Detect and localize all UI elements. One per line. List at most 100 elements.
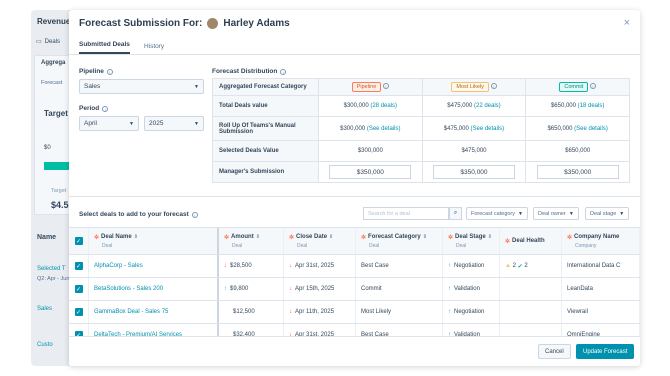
health-cell (500, 301, 562, 323)
table-row[interactable]: ✓ AlphaCorp - Sales ↓ $28,500 ↓ Apr 31st, … (69, 255, 640, 278)
sort-icon[interactable]: ⇕ (134, 234, 138, 240)
info-icon[interactable]: i (106, 68, 113, 75)
value-cell: $475,000 (See details) (421, 116, 527, 141)
info-icon[interactable]: i (490, 83, 497, 89)
year-select[interactable]: 2025 ▼ (144, 116, 204, 131)
modal-tabs: Submitted Deals History (69, 37, 640, 55)
bg-row-custo[interactable]: Custo (37, 342, 53, 348)
header-label: Close Date (296, 234, 328, 240)
sort-icon[interactable]: ⇕ (256, 234, 260, 240)
pipeline-label: Pipeline i (79, 68, 204, 75)
info-icon[interactable]: i (589, 83, 596, 89)
bg-target: Target (44, 109, 68, 118)
select-all-cell: ✓ (69, 228, 89, 254)
sort-icon[interactable]: ⇕ (488, 234, 492, 240)
header-close-date[interactable]: ✲ Close Date ⇕ Deal (284, 228, 356, 254)
sort-icon[interactable]: ⇕ (423, 234, 427, 240)
value: $300,000 (340, 125, 366, 132)
deal-name-link[interactable]: BetaSolutions - Sales 200 (89, 278, 219, 300)
submission-input-commit[interactable]: $350,000 (536, 165, 619, 179)
category-cell: Commit (356, 278, 443, 300)
header-company-name[interactable]: ✲ Company Name Company (562, 228, 640, 254)
most-likely-badge: Most Likely (451, 82, 489, 92)
info-icon[interactable]: i (102, 105, 109, 112)
value-cell: $300,000 (See details) (318, 116, 423, 141)
submission-input-pipeline[interactable]: $350,000 (329, 165, 412, 179)
value-cell: $300,000 (28 deals) (318, 95, 423, 117)
row-checkbox[interactable]: ✓ (74, 285, 83, 293)
update-forecast-button[interactable]: Update Forecast (576, 344, 635, 359)
hubspot-icon: ✲ (505, 238, 511, 245)
table-row[interactable]: ✓ GammaBox Deal - Sales 75 $12,500 ↓ Apr … (69, 301, 640, 324)
hubspot-icon: ✲ (567, 234, 573, 241)
see-details-link[interactable]: (See details) (367, 126, 401, 132)
amount-cell: $12,500 (219, 301, 284, 323)
col-most-likely: Most Likely i (421, 78, 527, 96)
value-cell: $650,000 (525, 140, 630, 162)
close-icon[interactable]: × (624, 17, 630, 29)
select-all-checkbox[interactable]: ✓ (74, 237, 83, 245)
deal-name-link[interactable]: AlphaCorp - Sales (89, 255, 219, 277)
see-details-link[interactable]: (See details) (470, 126, 504, 132)
search-icon[interactable]: ⌕ (449, 207, 462, 220)
info-icon[interactable]: i (280, 68, 287, 75)
header-sub: Deal (232, 242, 243, 249)
company-cell: LeanData (562, 278, 640, 300)
deals-title-text: Select deals to add to your forecast (79, 211, 189, 218)
distribution-row: Total Deals value $300,000 (28 deals) $4… (212, 95, 630, 117)
deals-section: Select deals to add to your forecast i Se… (69, 196, 640, 347)
year-value: 2025 (149, 120, 164, 127)
bg-aggregate: Aggrega (41, 60, 66, 66)
commit-badge: Commit (559, 82, 589, 92)
see-details-link[interactable]: (See details) (574, 126, 608, 132)
deal-name-link[interactable]: GammaBox Deal - Sales 75 (89, 301, 219, 323)
row-checkbox-cell: ✓ (69, 301, 89, 323)
header-forecast-category[interactable]: ✲ Forecast Category ⇕ Deal (356, 228, 443, 254)
row-checkbox[interactable]: ✓ (74, 308, 83, 316)
tab-submitted-deals[interactable]: Submitted Deals (79, 41, 130, 54)
bg-selected[interactable]: Selected T (37, 266, 66, 272)
bg-target-label: Target (51, 188, 67, 194)
modal-footer: Cancel Update Forecast (69, 336, 640, 366)
filter-forecast-category[interactable]: Forecast category ▼ (466, 207, 528, 220)
period-label: Period i (79, 105, 204, 112)
bg-deals-label: Deals (44, 38, 61, 45)
header-deal-name[interactable]: ✲ Deal Name ⇕ Deal (89, 228, 219, 254)
amount-value: $9,800 (230, 286, 249, 292)
filter-deal-owner[interactable]: Deal owner ▼ (533, 207, 579, 220)
arrow-up-icon: ↑ (224, 286, 227, 292)
filter-deal-stage[interactable]: Deal stage ▼ (585, 207, 630, 220)
cancel-button[interactable]: Cancel (538, 344, 571, 359)
bg-row-sales[interactable]: Sales (37, 306, 52, 312)
chevron-down-icon: ▼ (518, 210, 523, 217)
table-row[interactable]: ✓ BetaSolutions - Sales 200 ↑ $9,800 ↓ Apr… (69, 278, 640, 301)
submission-cell: $350,000 (525, 161, 630, 183)
category-cell: Most Likely (356, 301, 443, 323)
header-deal-stage[interactable]: ✲ Deal Stage ⇕ Deal (443, 228, 500, 254)
month-select[interactable]: April ▼ (79, 116, 139, 131)
tab-history[interactable]: History (144, 43, 164, 54)
close-date-value: Apr 11th, 2025 (295, 309, 334, 315)
submission-input-most-likely[interactable]: $350,000 (432, 165, 515, 179)
bg-deals-tab[interactable]: ▭ Deals (36, 38, 61, 46)
deals-link[interactable]: (18 deals) (578, 103, 605, 109)
health-cell (500, 278, 562, 300)
health-ok-count: 2 (524, 263, 528, 269)
header-deal-health[interactable]: ✲ Deal Health (500, 228, 562, 254)
header-amount[interactable]: ✲ Amount ⇕ Deal (219, 228, 284, 254)
forecast-distribution: Forecast Distribution i Aggregated Foreca… (212, 68, 630, 183)
sort-icon[interactable]: ⇕ (329, 234, 333, 240)
search-input[interactable]: Search for a deal (363, 207, 449, 220)
hubspot-icon: ✲ (289, 234, 295, 241)
deals-link[interactable]: (28 deals) (370, 103, 397, 109)
info-icon[interactable]: i (191, 211, 198, 218)
hubspot-icon: ✲ (361, 234, 367, 241)
row-checkbox[interactable]: ✓ (74, 262, 83, 270)
pipeline-select[interactable]: Sales ▼ (79, 79, 204, 94)
header-label: Forecast Category (368, 234, 421, 240)
deals-link[interactable]: (22 deals) (474, 103, 501, 109)
pipeline-value: Sales (84, 83, 101, 90)
health-warn-count: 2 (512, 263, 516, 269)
info-icon[interactable]: i (382, 83, 389, 89)
header-label: Amount (231, 234, 254, 240)
